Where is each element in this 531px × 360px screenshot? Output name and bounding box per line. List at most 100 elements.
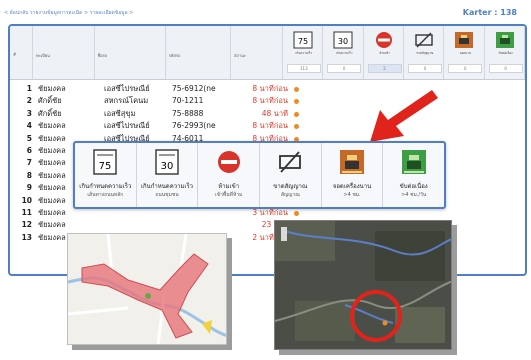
row-number: 6: [26, 145, 32, 155]
popup-signal-lost[interactable]: ขาดสัญญาณ สัญญาณ: [260, 143, 322, 207]
header-name[interactable]: ชื่อรถ: [95, 26, 166, 79]
row-plate: ชัยมงคล: [38, 133, 66, 143]
speed-limit-75-icon: 75: [93, 149, 118, 175]
popup-label: ขาดสัญญาณ: [273, 183, 308, 190]
table-row[interactable]: 3 ศักดิ์ชัย เอสซีสุขุม 75-8888 48 นาที: [10, 108, 525, 120]
header-caption: จอดนาน: [459, 51, 471, 55]
header-signal-lost[interactable]: ขาดสัญญาณ 0: [404, 26, 445, 79]
header-count: 0: [448, 64, 483, 73]
speed-limit-75-icon: 75: [293, 31, 313, 49]
popup-label: ห้ามเข้า: [218, 183, 240, 190]
breadcrumb[interactable]: < ย้อนกลับ รายงานข้อมูลการละเมิด > รายละ…: [4, 9, 133, 17]
row-number: 8: [26, 170, 32, 180]
row-plate: ชัยมงคล: [38, 183, 66, 193]
table-row[interactable]: 2 ศักดิ์ชัย สหกรณ์โคนม 70-1211 8 นาทีก่อน: [10, 95, 525, 107]
header-speed-30[interactable]: 30 เกินความเร็ว 0: [323, 26, 364, 79]
speed-limit-30-icon: 30: [333, 31, 353, 49]
header-caption: ห้ามเข้า: [379, 51, 390, 55]
row-plate: ศักดิ์ชัย: [38, 108, 62, 118]
row-plate: ชัยมงคล: [38, 207, 66, 217]
popup-sublabel: เข้าพื้นที่ห้าม: [215, 192, 243, 198]
header-vehicle-id[interactable]: รหัสรถ: [166, 26, 231, 79]
popup-sublabel: เส้นทางถนนหลัก: [87, 192, 124, 198]
header-caption: เกินความเร็ว: [295, 51, 313, 55]
header-number: #: [10, 26, 34, 79]
row-vehicle-id: 75-6912(ne: [172, 84, 216, 93]
street-map-thumbnail[interactable]: [67, 233, 227, 345]
row-number: 11: [21, 207, 32, 217]
row-number: 13: [21, 232, 32, 242]
parking-icon: [455, 32, 474, 48]
popup-no-entry[interactable]: ห้ามเข้า เข้าพื้นที่ห้าม: [198, 143, 261, 207]
header-count: 0: [488, 64, 523, 73]
signal-lost-icon: [415, 32, 433, 48]
header-count: 0: [327, 64, 362, 73]
row-status: 8 นาทีก่อน: [252, 121, 288, 131]
svg-text:75: 75: [99, 161, 112, 172]
table-row[interactable]: 4 ชัยมงคล เอสซีไปรษณีย์ 76-2993(ne 8 นาทีก่อ…: [10, 120, 525, 132]
table-row[interactable]: 1 ชัยมงคล เอสซีไปรษณีย์ 75-6912(ne 8 นาทีก่อ…: [10, 83, 525, 95]
header-speed-75[interactable]: 75 เกินความเร็ว 113: [283, 26, 324, 79]
row-number: 2: [26, 96, 32, 106]
popup-sublabel: ถนนชุมชน: [155, 192, 179, 198]
header-count: 113: [286, 64, 321, 73]
popup-speed-75[interactable]: 75 เกินกำหนดความเร็ว เส้นทางถนนหลัก: [75, 143, 137, 207]
row-plate: ชัยมงคล: [38, 121, 66, 131]
header-driving[interactable]: ขับต่อเนื่อง 0: [485, 26, 525, 79]
row-status: 8 นาทีก่อน: [252, 84, 288, 93]
header-no-entry[interactable]: ห้ามเข้า 2: [364, 26, 404, 79]
header-count: 0: [407, 64, 442, 73]
status-dot-icon: [294, 111, 299, 117]
speed-limit-30-icon: 30: [155, 149, 179, 175]
header-caption: ขาดสัญญาณ: [416, 51, 434, 55]
header-caption: ขับต่อเนื่อง: [498, 51, 513, 55]
status-dot-icon: [294, 210, 299, 216]
row-plate: ชัยมงคล: [38, 158, 66, 168]
header-count: 2: [367, 64, 402, 73]
signal-lost-icon: [279, 151, 302, 173]
row-plate: ศักดิ์ชัย: [38, 96, 62, 106]
row-number: 12: [21, 220, 32, 230]
popup-label: จอดเครื่องนาน: [332, 183, 372, 190]
popup-sublabel: สัญญาณ: [280, 192, 300, 198]
status-dot-icon: [294, 124, 299, 130]
row-name: สหกรณ์โคนม: [104, 96, 149, 106]
popup-driving[interactable]: ขับต่อเนื่อง >4 ชม./วัน: [383, 143, 444, 207]
row-status: 8 นาทีก่อน: [252, 96, 288, 106]
satellite-map-thumbnail[interactable]: [274, 220, 452, 350]
popup-sublabel: >4 ชม./วัน: [401, 192, 427, 198]
popup-label: เกินกำหนดความเร็ว: [79, 183, 132, 190]
row-plate: ชัยมงคล: [38, 232, 66, 242]
row-number: 5: [26, 133, 32, 143]
violation-type-popup: 75 เกินกำหนดความเร็ว เส้นทางถนนหลัก 30 เ…: [73, 141, 446, 209]
header-parking[interactable]: จอดนาน 0: [444, 26, 485, 79]
driving-icon: [401, 150, 426, 174]
row-plate: ชัยมงคล: [38, 220, 66, 230]
status-dot-icon: [294, 99, 299, 105]
row-vehicle-id: 76-2993(ne: [172, 121, 216, 131]
popup-label: เกินกำหนดความเร็ว: [140, 183, 194, 190]
row-name: เอสซีไปรษณีย์: [104, 84, 150, 93]
header-caption: เกินความเร็ว: [335, 51, 353, 55]
table-header: # ทะเบียน ชื่อรถ รหัสรถ สถานะ 75 เกินควา…: [10, 26, 525, 80]
row-number: 10: [21, 195, 32, 205]
header-status[interactable]: สถานะ: [231, 26, 283, 79]
svg-text:75: 75: [298, 37, 308, 46]
popup-sublabel: >4 ชม.: [343, 192, 361, 198]
svg-text:30: 30: [161, 161, 174, 172]
row-number: 9: [26, 183, 32, 193]
row-plate: ชัยมงคล: [38, 84, 66, 93]
row-number: 4: [26, 121, 32, 131]
header-plate[interactable]: ทะเบียน: [33, 26, 95, 79]
popup-speed-30[interactable]: 30 เกินกำหนดความเร็ว ถนนชุมชน: [137, 143, 199, 207]
parking-icon: [340, 150, 365, 174]
row-vehicle-id: 75-8888: [172, 108, 204, 118]
row-plate: ชัยมงคล: [38, 195, 66, 205]
svg-text:30: 30: [338, 37, 348, 46]
no-entry-icon: [375, 32, 392, 48]
popup-parking[interactable]: จอดเครื่องนาน >4 ชม.: [322, 143, 384, 207]
row-status: 48 นาที: [261, 108, 288, 118]
vehicle-counter: Karter : 138: [462, 8, 517, 17]
row-number: 1: [26, 84, 32, 93]
row-name: เอสซีไปรษณีย์: [104, 121, 150, 131]
